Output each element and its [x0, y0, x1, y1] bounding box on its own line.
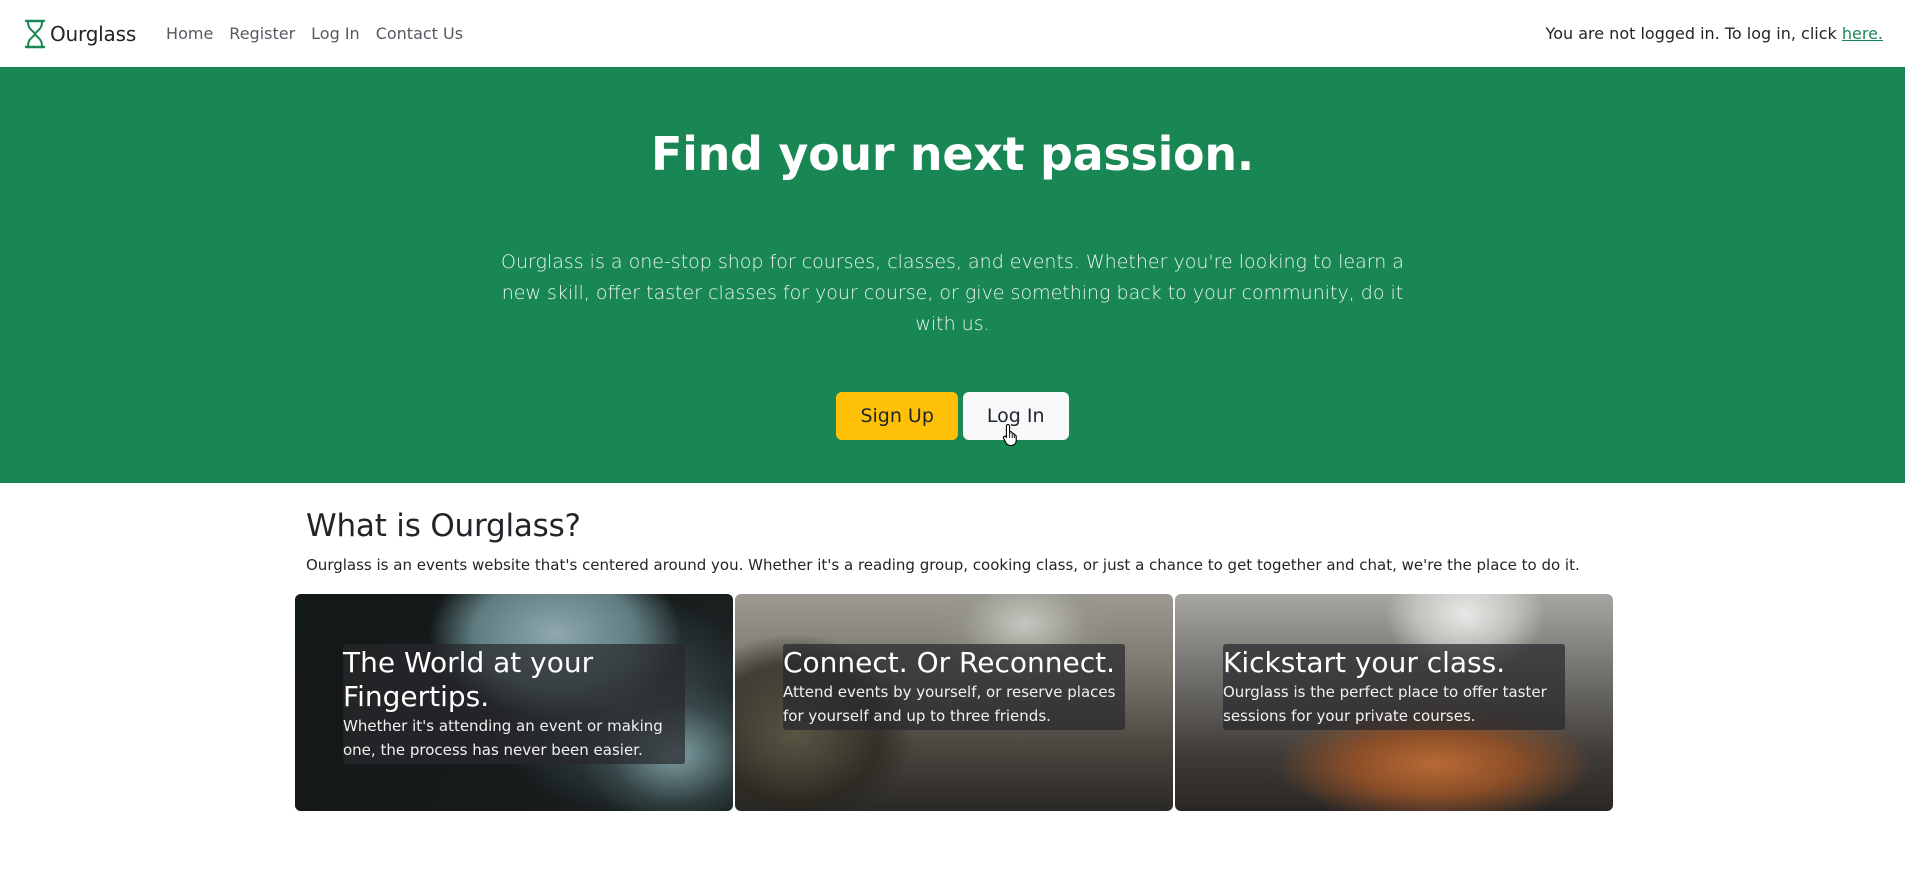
about-text: Ourglass is an events website that's cen…	[306, 556, 1580, 574]
nav-contact-link[interactable]: Contact Us	[368, 24, 471, 43]
login-status-text: You are not logged in. To log in, click	[1545, 24, 1842, 43]
about-section: What is Ourglass? Ourglass is an events …	[306, 508, 1606, 574]
feature-card-class: Kickstart your class. Ourglass is the pe…	[1175, 594, 1613, 811]
about-title: What is Ourglass?	[306, 508, 581, 544]
card-text: Attend events by yourself, or reserve pl…	[783, 683, 1116, 725]
brand-link[interactable]: Ourglass	[22, 18, 136, 50]
hand-pointer-icon	[1002, 423, 1020, 447]
hero-lead: Ourglass is a one-stop shop for courses,…	[501, 251, 1404, 335]
card-text: Ourglass is the perfect place to offer t…	[1223, 683, 1547, 725]
card-title: The World at your Fingertips.	[343, 646, 594, 713]
nav-home-link[interactable]: Home	[158, 24, 221, 43]
card-text: Whether it's attending an event or makin…	[343, 717, 663, 759]
sign-up-button[interactable]: Sign Up	[836, 392, 958, 440]
login-status: You are not logged in. To log in, click …	[1546, 24, 1883, 43]
nav-register-link[interactable]: Register	[221, 24, 303, 43]
feature-card-world: The World at your Fingertips. Whether it…	[295, 594, 733, 811]
card-title: Kickstart your class.	[1223, 646, 1506, 679]
hourglass-icon	[22, 18, 48, 50]
nav-login-link[interactable]: Log In	[303, 24, 368, 43]
feature-cards: The World at your Fingertips. Whether it…	[295, 594, 1613, 811]
login-here-link[interactable]: here.	[1842, 24, 1883, 43]
card-caption: The World at your Fingertips. Whether it…	[343, 644, 685, 764]
card-caption: Kickstart your class. Ourglass is the pe…	[1223, 644, 1565, 730]
brand-name: Ourglass	[50, 21, 137, 46]
navbar: Ourglass Home Register Log In Contact Us…	[0, 0, 1905, 67]
hero-section: Find your next passion. Ourglass is a on…	[0, 67, 1905, 483]
nav-links: Home Register Log In Contact Us	[158, 24, 471, 43]
hero-title: Find your next passion.	[651, 127, 1254, 181]
card-title: Connect. Or Reconnect.	[783, 646, 1115, 679]
hero-buttons: Sign Up Log In	[0, 392, 1905, 440]
feature-card-connect: Connect. Or Reconnect. Attend events by …	[735, 594, 1173, 811]
card-caption: Connect. Or Reconnect. Attend events by …	[783, 644, 1125, 730]
